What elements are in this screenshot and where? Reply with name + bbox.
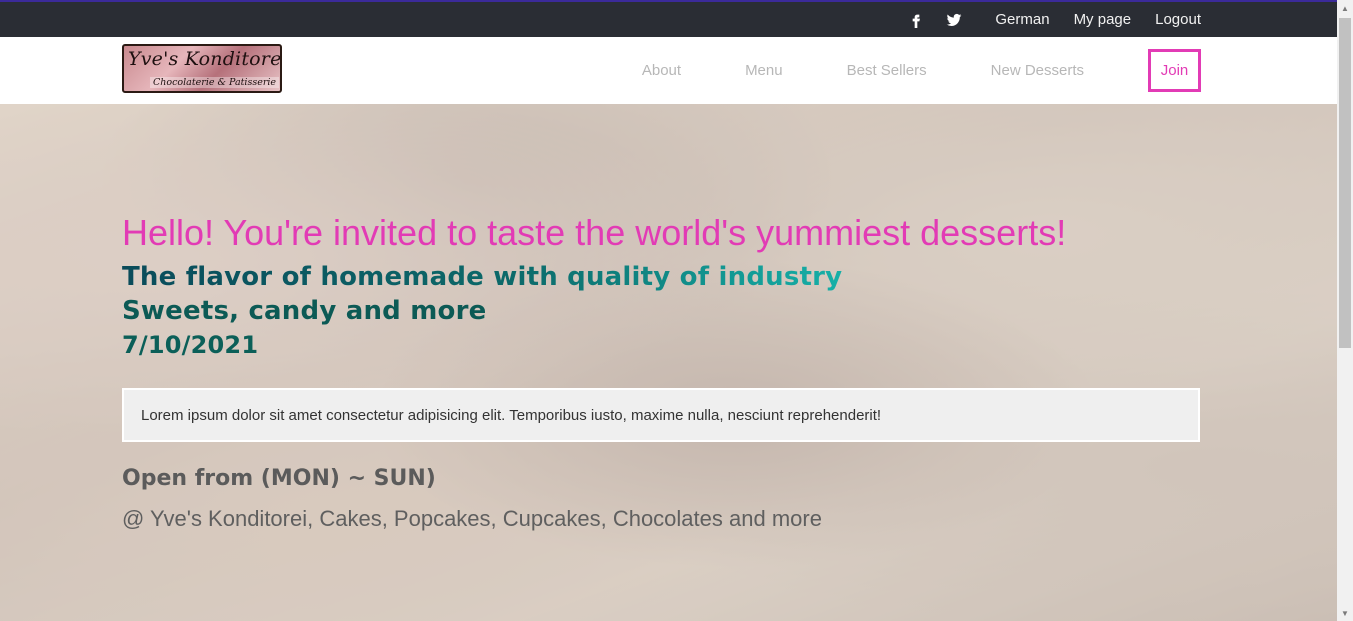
top-bar: German My page Logout bbox=[0, 0, 1337, 37]
nav-item-about[interactable]: About bbox=[642, 62, 681, 79]
logout-link[interactable]: Logout bbox=[1155, 11, 1201, 28]
scroll-up-icon[interactable]: ▲ bbox=[1337, 0, 1353, 16]
notice-box: Lorem ipsum dolor sit amet consectetur a… bbox=[122, 388, 1200, 442]
hero-content: Hello! You're invited to taste the world… bbox=[0, 104, 1337, 621]
my-page-link[interactable]: My page bbox=[1074, 11, 1132, 28]
hero-date: 7/10/2021 bbox=[122, 331, 259, 359]
join-button[interactable]: Join bbox=[1148, 49, 1201, 92]
logo-subtitle: Chocolaterie & Patisserie bbox=[150, 77, 280, 88]
brand-logo[interactable]: Yve's Konditorei Chocolaterie & Patisser… bbox=[122, 44, 282, 93]
nav-item-menu[interactable]: Menu bbox=[745, 62, 783, 79]
hero-headline: Hello! You're invited to taste the world… bbox=[122, 212, 1067, 253]
language-link[interactable]: German bbox=[995, 11, 1049, 28]
hero-subtagline: Sweets, candy and more bbox=[122, 296, 487, 326]
location-text: @ Yve's Konditorei, Cakes, Popcakes, Cup… bbox=[122, 506, 822, 531]
hero-section: Hello! You're invited to taste the world… bbox=[0, 104, 1337, 621]
nav-menu: About Menu Best Sellers New Desserts Joi… bbox=[642, 49, 1201, 92]
logo-title: Yve's Konditorei bbox=[128, 48, 282, 70]
nav-item-new-desserts[interactable]: New Desserts bbox=[991, 62, 1084, 79]
page-scrollbar[interactable]: ▲ ▼ bbox=[1337, 0, 1353, 621]
main-navbar: Yve's Konditorei Chocolaterie & Patisser… bbox=[0, 37, 1337, 104]
nav-item-best-sellers[interactable]: Best Sellers bbox=[847, 62, 927, 79]
scroll-down-icon[interactable]: ▼ bbox=[1337, 605, 1353, 621]
open-hours: Open from (MON) ~ SUN) bbox=[122, 466, 436, 491]
hero-tagline: The flavor of homemade with quality of i… bbox=[122, 262, 843, 292]
facebook-icon[interactable] bbox=[907, 11, 925, 29]
top-links: German My page Logout bbox=[907, 2, 1201, 37]
scrollbar-thumb[interactable] bbox=[1339, 18, 1351, 348]
twitter-icon[interactable] bbox=[945, 11, 963, 29]
